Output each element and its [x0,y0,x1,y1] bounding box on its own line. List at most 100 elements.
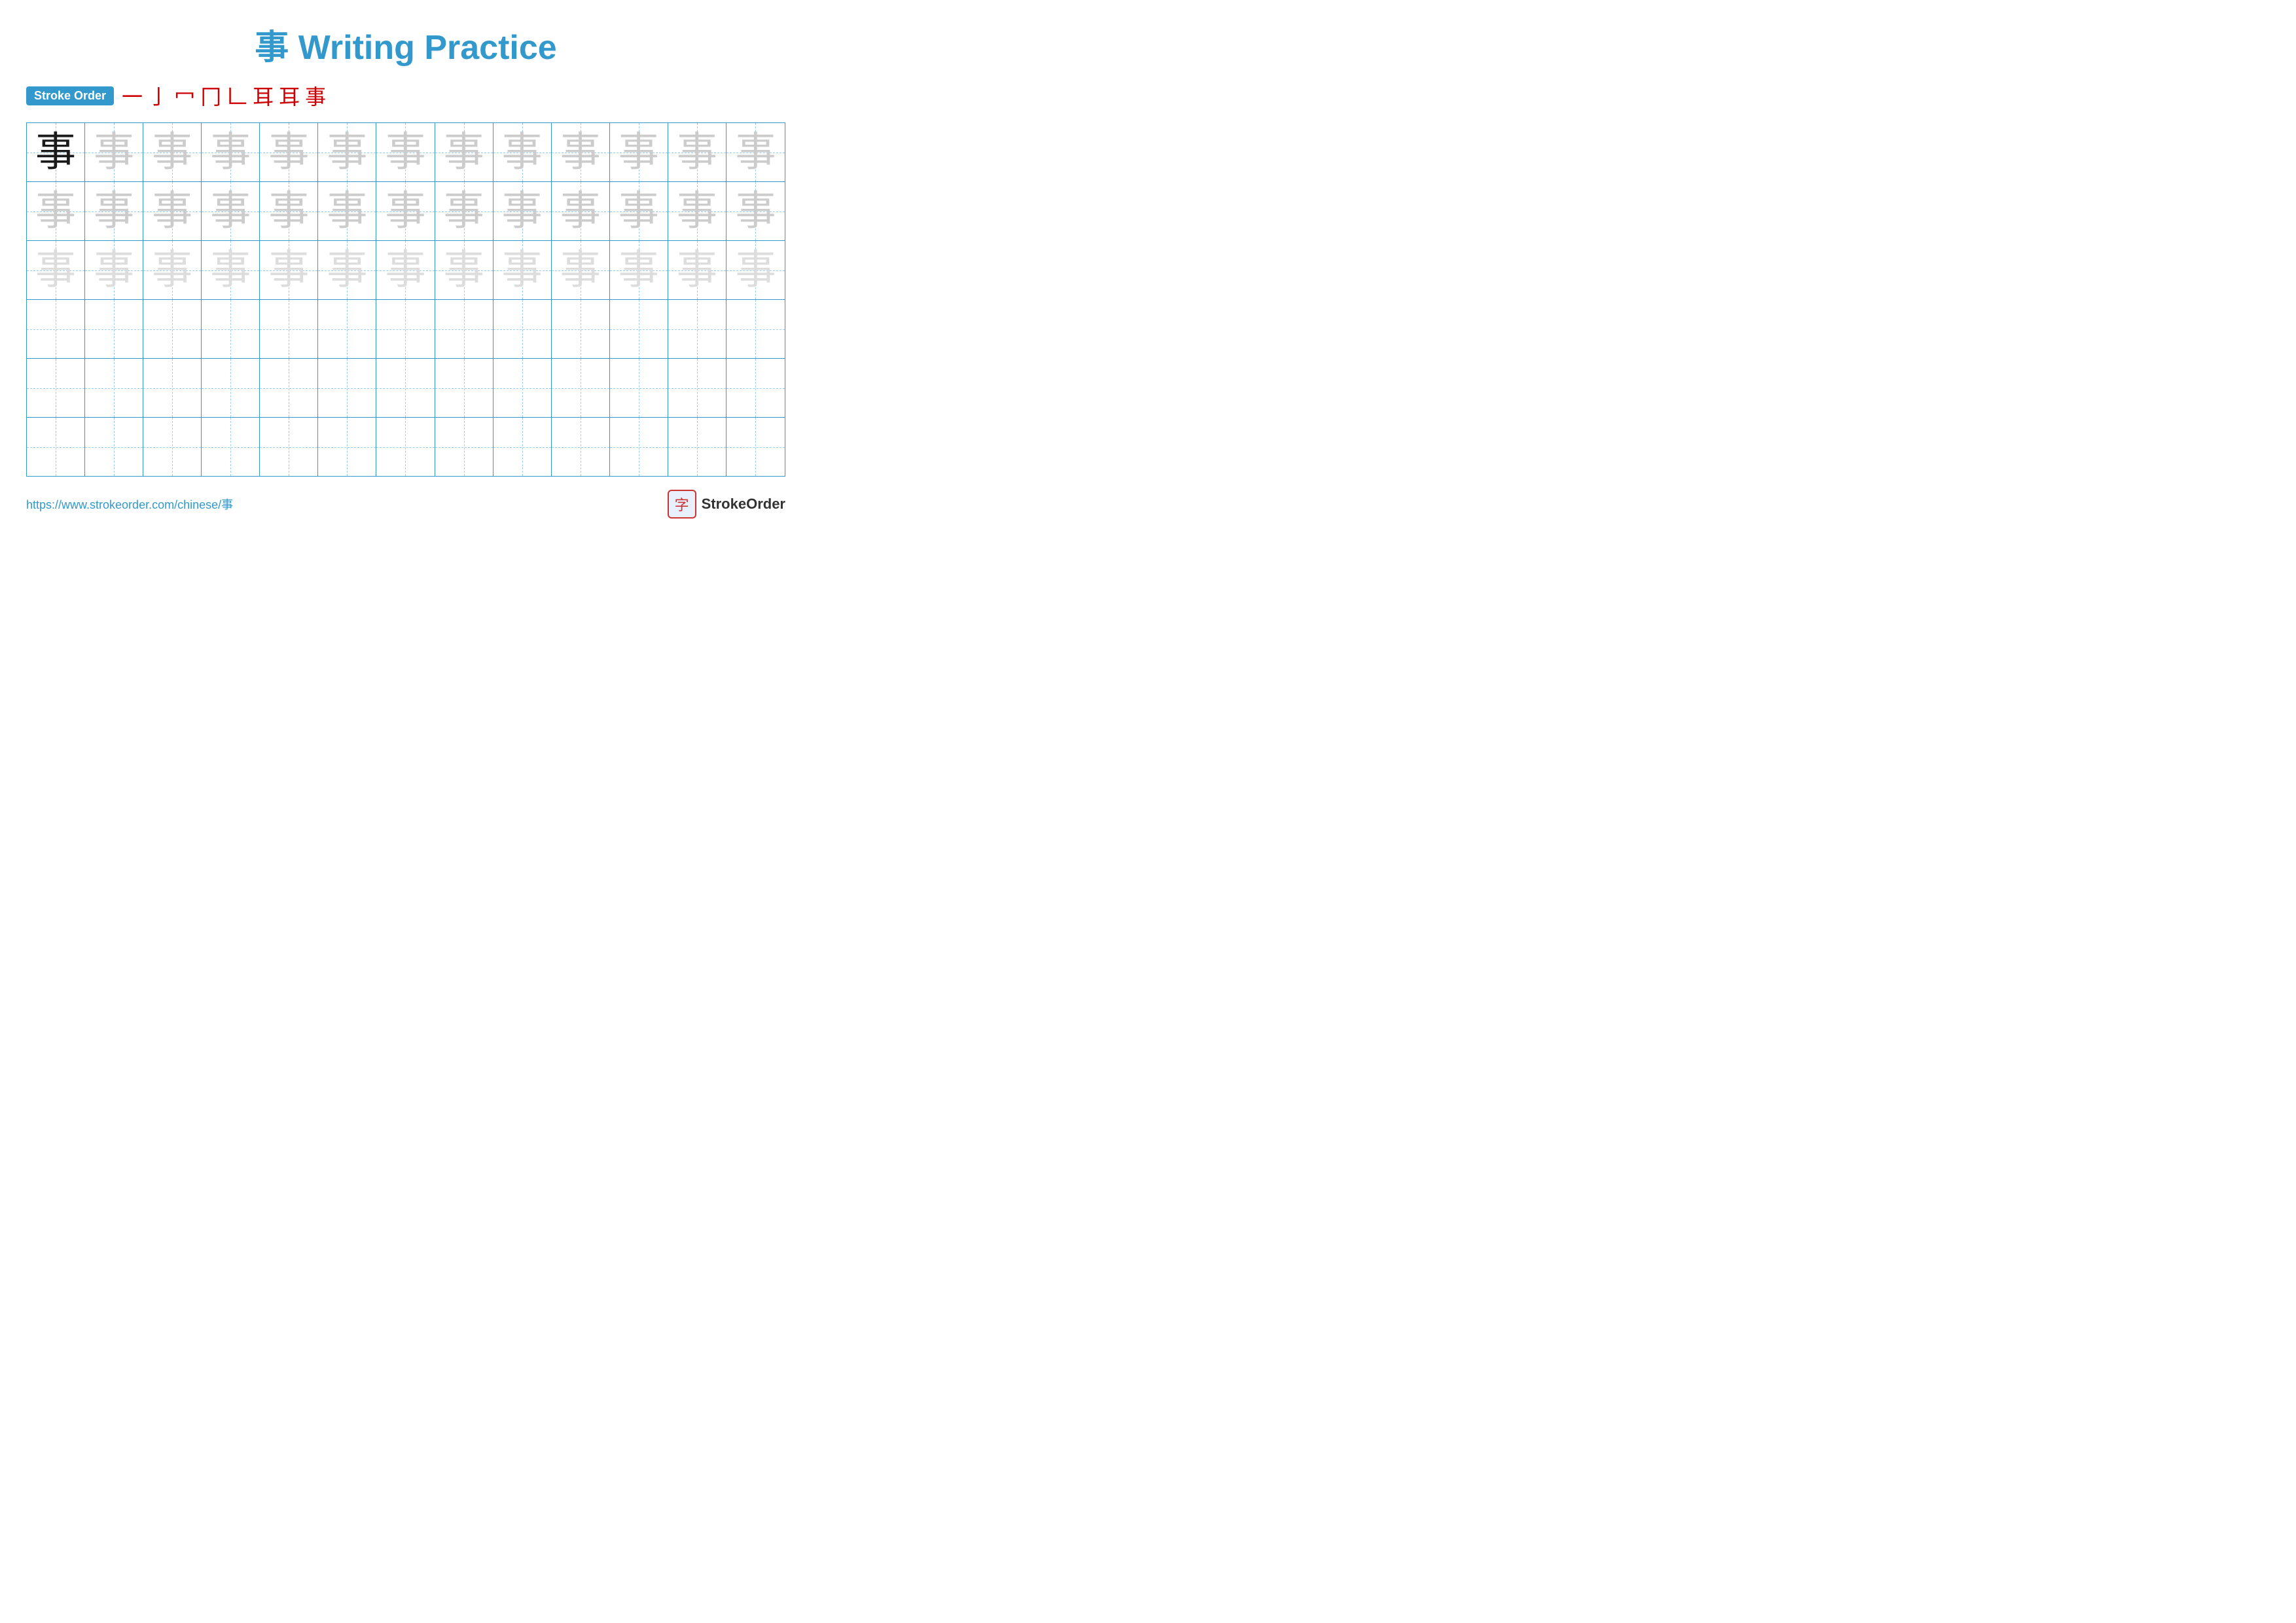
cell-6-9[interactable] [493,418,552,476]
cell-4-7[interactable] [376,300,435,358]
stroke-6: 耳 [253,81,274,111]
cell-2-6: 事 [318,182,376,240]
stroke-order-badge: Stroke Order [26,86,114,105]
char-dark: 事 [35,132,76,173]
cell-4-10[interactable] [552,300,610,358]
cell-3-3: 事 [143,241,202,299]
stroke-8: 事 [305,81,326,111]
cell-1-9: 事 [493,123,552,181]
cell-4-4[interactable] [202,300,260,358]
grid-row-2: 事 事 事 事 事 事 事 事 事 事 事 事 事 [27,182,785,241]
cell-6-12[interactable] [668,418,726,476]
cell-5-9[interactable] [493,359,552,417]
cell-2-10: 事 [552,182,610,240]
stroke-1: 一 [122,81,143,111]
cell-3-12: 事 [668,241,726,299]
cell-5-10[interactable] [552,359,610,417]
cell-6-7[interactable] [376,418,435,476]
cell-2-11: 事 [610,182,668,240]
cell-6-11[interactable] [610,418,668,476]
cell-3-2: 事 [85,241,143,299]
footer-logo: 字 StrokeOrder [668,490,785,519]
title-char: 事 [255,29,289,67]
stroke-5: 𠃊 [226,81,247,111]
cell-3-11: 事 [610,241,668,299]
cell-3-4: 事 [202,241,260,299]
cell-5-3[interactable] [143,359,202,417]
cell-5-6[interactable] [318,359,376,417]
cell-1-7: 事 [376,123,435,181]
cell-2-9: 事 [493,182,552,240]
stroke-2: 亅 [148,81,169,111]
footer-logo-text: StrokeOrder [702,496,785,513]
cell-5-12[interactable] [668,359,726,417]
cell-3-8: 事 [435,241,493,299]
cell-4-12[interactable] [668,300,726,358]
cell-3-13: 事 [726,241,785,299]
cell-3-7: 事 [376,241,435,299]
cell-5-8[interactable] [435,359,493,417]
stroke-order-row: Stroke Order 一 亅 冖 冂 𠃊 耳 耳 事 [26,81,785,111]
cell-5-7[interactable] [376,359,435,417]
stroke-sequence: 一 亅 冖 冂 𠃊 耳 耳 事 [122,81,326,111]
stroke-3: 冖 [174,81,195,111]
cell-6-3[interactable] [143,418,202,476]
cell-5-1[interactable] [27,359,85,417]
cell-2-1: 事 [27,182,85,240]
cell-5-13[interactable] [726,359,785,417]
cell-3-10: 事 [552,241,610,299]
cell-5-5[interactable] [260,359,318,417]
cell-5-4[interactable] [202,359,260,417]
cell-1-6: 事 [318,123,376,181]
cell-1-2: 事 [85,123,143,181]
grid-row-1: 事 事 事 事 事 事 事 事 事 事 事 事 事 [27,123,785,182]
cell-6-13[interactable] [726,418,785,476]
cell-2-13: 事 [726,182,785,240]
cell-4-6[interactable] [318,300,376,358]
cell-1-11: 事 [610,123,668,181]
cell-4-13[interactable] [726,300,785,358]
cell-1-3: 事 [143,123,202,181]
cell-4-1[interactable] [27,300,85,358]
practice-grid: 事 事 事 事 事 事 事 事 事 事 事 事 事 事 事 事 事 事 事 事 … [26,122,785,477]
cell-2-12: 事 [668,182,726,240]
stroke-7: 耳 [279,81,300,111]
cell-4-8[interactable] [435,300,493,358]
page-title: 事 Writing Practice [26,20,785,69]
cell-4-3[interactable] [143,300,202,358]
cell-6-5[interactable] [260,418,318,476]
cell-3-6: 事 [318,241,376,299]
cell-3-9: 事 [493,241,552,299]
cell-3-5: 事 [260,241,318,299]
cell-6-8[interactable] [435,418,493,476]
title-area: 事 Writing Practice [26,20,785,69]
cell-3-1: 事 [27,241,85,299]
cell-2-3: 事 [143,182,202,240]
cell-6-10[interactable] [552,418,610,476]
cell-6-6[interactable] [318,418,376,476]
cell-5-11[interactable] [610,359,668,417]
cell-1-13: 事 [726,123,785,181]
cell-6-4[interactable] [202,418,260,476]
title-text: Writing Practice [298,29,557,67]
cell-4-5[interactable] [260,300,318,358]
strokeorder-logo-icon: 字 [668,490,696,519]
cell-1-10: 事 [552,123,610,181]
cell-1-1: 事 [27,123,85,181]
grid-row-6 [27,418,785,476]
cell-2-5: 事 [260,182,318,240]
cell-1-8: 事 [435,123,493,181]
cell-2-7: 事 [376,182,435,240]
cell-4-2[interactable] [85,300,143,358]
cell-2-2: 事 [85,182,143,240]
grid-row-3: 事 事 事 事 事 事 事 事 事 事 事 事 事 [27,241,785,300]
grid-row-4 [27,300,785,359]
cell-2-4: 事 [202,182,260,240]
cell-4-11[interactable] [610,300,668,358]
cell-4-9[interactable] [493,300,552,358]
footer-url: https://www.strokeorder.com/chinese/事 [26,496,233,513]
cell-6-2[interactable] [85,418,143,476]
cell-1-5: 事 [260,123,318,181]
cell-6-1[interactable] [27,418,85,476]
cell-5-2[interactable] [85,359,143,417]
